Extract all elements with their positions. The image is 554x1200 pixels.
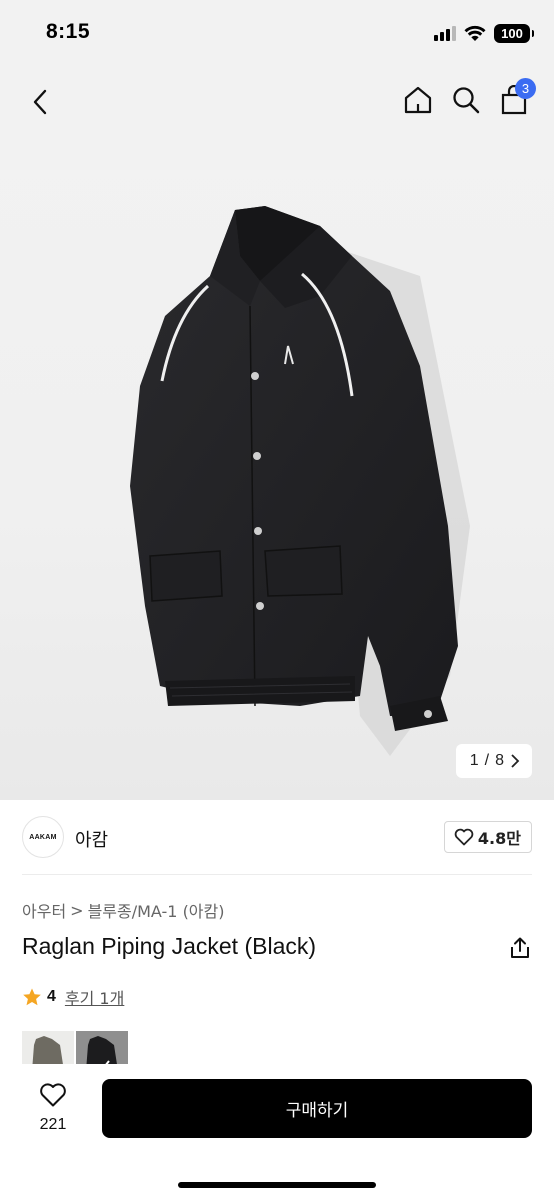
heart-icon	[40, 1083, 66, 1107]
breadcrumb: 아우터 > 블루종/MA-1 (아캄)	[22, 898, 225, 922]
brand-name[interactable]: 아캄	[75, 826, 108, 852]
search-icon	[453, 87, 480, 114]
cart-count-badge: 3	[515, 78, 536, 99]
wishlist-count: 221	[39, 1116, 67, 1133]
brand-logo-text: AAKAM	[29, 833, 57, 841]
cart-button[interactable]: 3	[496, 78, 536, 118]
back-button[interactable]	[22, 84, 58, 120]
gallery-page-indicator[interactable]: 1 / 8	[455, 744, 532, 778]
cellular-signal-icon	[434, 25, 456, 41]
status-time: 8:15	[46, 20, 91, 43]
bottom-action-bar: 221 구매하기	[0, 1064, 554, 1200]
breadcrumb-subcategory[interactable]: 블루종/MA-1 (아캄)	[88, 898, 225, 922]
brand-logo[interactable]: AAKAM	[22, 816, 64, 858]
brand-row[interactable]: AAKAM 아캄 4.8만	[0, 800, 554, 874]
breadcrumb-separator: >	[70, 900, 84, 920]
gallery-current-page: 1	[469, 752, 479, 769]
battery-indicator: 100	[494, 23, 534, 43]
chevron-right-icon	[511, 754, 520, 768]
product-image-gallery[interactable]: 3 1 / 8	[0, 66, 554, 800]
divider	[22, 874, 532, 875]
home-button[interactable]	[400, 82, 436, 118]
status-icons: 100	[434, 22, 534, 44]
wifi-icon	[464, 25, 486, 41]
buy-button[interactable]: 구매하기	[102, 1079, 532, 1138]
home-indicator[interactable]	[178, 1182, 376, 1188]
chevron-left-icon	[33, 89, 47, 115]
share-icon[interactable]	[508, 936, 532, 960]
wishlist-button[interactable]: 221	[30, 1082, 76, 1140]
gallery-page-separator: /	[484, 752, 490, 769]
home-icon	[404, 86, 432, 114]
product-rating: 4 후기 1개	[22, 985, 124, 1009]
search-button[interactable]	[448, 82, 484, 118]
brand-like-count: 4.8만	[477, 829, 521, 848]
reviews-link[interactable]: 후기 1개	[65, 985, 124, 1009]
star-icon	[23, 988, 41, 1006]
status-bar: 8:15 100	[0, 0, 554, 66]
rating-score: 4	[47, 988, 56, 1005]
brand-like-button[interactable]: 4.8만	[443, 821, 532, 853]
breadcrumb-category[interactable]: 아우터	[22, 898, 66, 922]
heart-icon	[454, 828, 474, 846]
gallery-total-pages: 8	[495, 752, 504, 769]
product-title: Raglan Piping Jacket (Black)	[22, 933, 317, 959]
product-image[interactable]	[90, 196, 470, 796]
